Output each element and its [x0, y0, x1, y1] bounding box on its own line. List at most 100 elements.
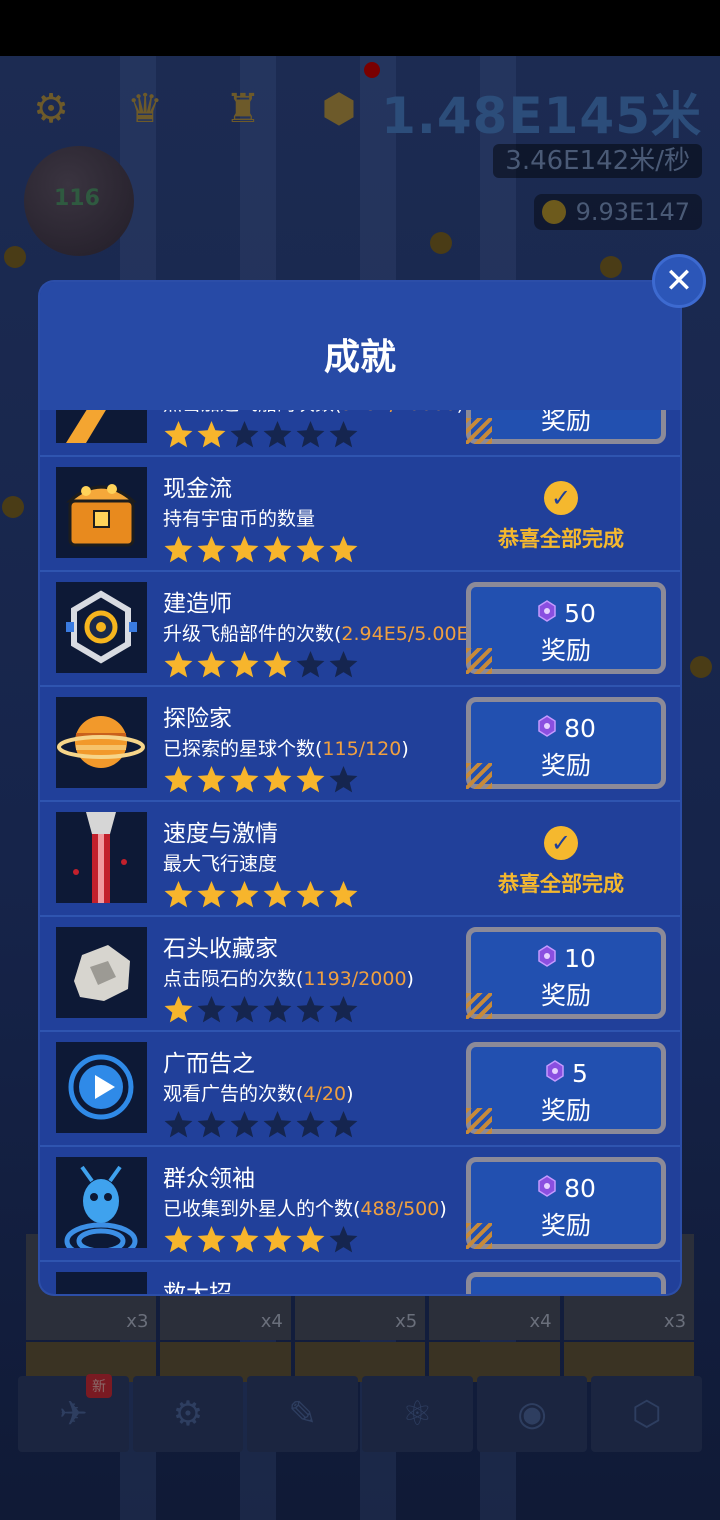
achievement-description: 升级飞船部件的次数(2.94E5/5.00E5) [163, 623, 488, 645]
achievement-row: 广而告之 观看广告的次数(4/20) 5 奖励 [40, 1032, 680, 1147]
nav-science[interactable]: ⚛ [362, 1376, 473, 1452]
star-icon [263, 995, 292, 1023]
star-icon [197, 535, 226, 563]
star-icon [230, 765, 259, 793]
achievement-description: 持有宇宙币的数量 [163, 508, 316, 530]
star-icon [230, 1110, 259, 1138]
star-icon [164, 1110, 193, 1138]
telescope-icon: ◉ [517, 1394, 547, 1434]
achievement-description: 已收集到外星人的个数(488/500) [163, 1198, 447, 1220]
notification-dot [364, 62, 380, 78]
star-icon [164, 995, 193, 1023]
settings-icon[interactable]: ⚙ [28, 86, 74, 132]
star-icon [329, 995, 358, 1023]
nav-parts[interactable]: ⚙ [132, 1376, 244, 1452]
star-icon [296, 880, 325, 908]
reward-label: 奖励 [540, 636, 591, 665]
achievement-row: 探险家 已探索的星球个数(115/120) 80 奖励 [40, 687, 680, 802]
bottom-navigation: ✈ 新 ⚙ ✎ ⚛ ◉ ⬡ [18, 1374, 703, 1452]
planet-icon [56, 697, 147, 788]
nav-settings[interactable]: ⬡ [591, 1376, 703, 1452]
achievement-progress: 115/120 [322, 738, 402, 760]
achievement-name: 建造师 [163, 591, 232, 617]
completed-status: ✓ 恭喜全部完成 [470, 475, 652, 553]
new-badge: 新 [86, 1374, 112, 1398]
star-rating [163, 764, 359, 795]
claim-reward-button[interactable]: 10 奖励 [466, 927, 666, 1019]
star-icon [263, 420, 292, 448]
claim-reward-button[interactable]: 80 奖励 [466, 697, 666, 789]
achievement-progress: 5491/10000 [341, 410, 456, 415]
gem-icon [536, 944, 558, 973]
star-icon [197, 1225, 226, 1253]
tap-hand-icon [56, 410, 147, 443]
achievement-row: 速度与激情最大飞行速度 ✓ 恭喜全部完成 [40, 802, 680, 917]
reward-label: 奖励 [540, 1096, 591, 1125]
star-icon [230, 995, 259, 1023]
star-icon [263, 765, 292, 793]
reward-amount: 10 [564, 944, 596, 973]
star-icon [296, 1110, 325, 1138]
star-rating [163, 649, 359, 680]
star-icon [197, 765, 226, 793]
completed-label: 恭喜全部完成 [498, 527, 624, 551]
close-button[interactable]: ✕ [652, 254, 706, 308]
star-icon [164, 420, 193, 448]
trophy-icon[interactable]: ♛ [122, 86, 168, 132]
claim-reward-button[interactable]: 80 奖励 [466, 1157, 666, 1249]
claim-reward-button[interactable]: 20奖励 [466, 410, 666, 444]
gem-icon [544, 1059, 566, 1088]
nav-rocket[interactable]: ✈ 新 [18, 1374, 129, 1452]
ranking-icon[interactable]: ♜ [220, 86, 266, 132]
star-icon [197, 650, 226, 678]
achievement-row: 现金流 持有宇宙币的数量 ✓ 恭喜全部完成 [40, 457, 680, 572]
achievement-description: 最大飞行速度 [163, 853, 278, 875]
nav-observatory[interactable]: ◉ [476, 1376, 588, 1452]
star-rating [163, 1109, 359, 1140]
achievement-name: 速度与激情 [163, 821, 278, 847]
gem-icon [536, 599, 558, 628]
atom-icon: ⚛ [402, 1394, 433, 1434]
reward-label: 奖励 [540, 751, 591, 780]
distance-readout: 1.48E145米 [381, 87, 702, 145]
gear-icon: ⚙ [172, 1394, 204, 1434]
star-icon [164, 1225, 193, 1253]
achievement-progress: 488/500 [360, 1198, 440, 1220]
star-icon [164, 880, 193, 908]
gem-icon [536, 714, 558, 743]
star-icon [296, 1225, 325, 1253]
claim-reward-button[interactable]: 50 奖励 [466, 582, 666, 674]
achievement-description: 已探索的星球个数(115/120) [163, 738, 409, 760]
achievement-progress: 1193/2000 [303, 968, 407, 990]
star-icon [329, 650, 358, 678]
achievement-list-content: 点击加速飞船的次数(5491/10000)20奖励现金流持有宇宙币的数量 ✓ 恭喜全… [40, 410, 680, 1294]
achievement-row: 救大招 [40, 1262, 680, 1294]
star-icon [296, 995, 325, 1023]
reward-amount: 5 [572, 1059, 588, 1088]
badge-icon[interactable]: ⬢ [316, 86, 362, 132]
coin-icon [541, 200, 566, 224]
achievement-progress: 2.94E5/5.00E5 [341, 623, 481, 645]
treasure-chest-icon [56, 467, 147, 558]
star-icon [329, 1225, 358, 1253]
level-number: 116 [54, 186, 100, 211]
reward-label: 奖励 [540, 981, 591, 1010]
star-icon [263, 535, 292, 563]
claim-reward-button[interactable]: 5 奖励 [466, 1042, 666, 1134]
achievement-list[interactable]: 点击加速飞船的次数(5491/10000)20奖励现金流持有宇宙币的数量 ✓ 恭喜全… [40, 410, 680, 1294]
completed-status: ✓ 恭喜全部完成 [470, 820, 652, 898]
achievement-row: 建造师升级飞船部件的次数(2.94E5/5.00E5) 50 奖励 [40, 572, 680, 687]
claim-reward-button[interactable] [466, 1272, 666, 1294]
star-icon [197, 420, 226, 448]
speed-readout: 3.46E142米/秒 [493, 144, 702, 178]
rocket-thrust-icon [56, 812, 147, 903]
star-icon [197, 1110, 226, 1138]
star-icon [164, 765, 193, 793]
checkmark-icon: ✓ [544, 481, 578, 515]
star-icon [263, 650, 292, 678]
star-icon [296, 765, 325, 793]
achievement-name: 救大招 [163, 1281, 232, 1294]
play-video-icon [56, 1042, 147, 1133]
nav-tools[interactable]: ✎ [247, 1376, 359, 1452]
coin-balance: 9.93E147 [533, 194, 702, 230]
